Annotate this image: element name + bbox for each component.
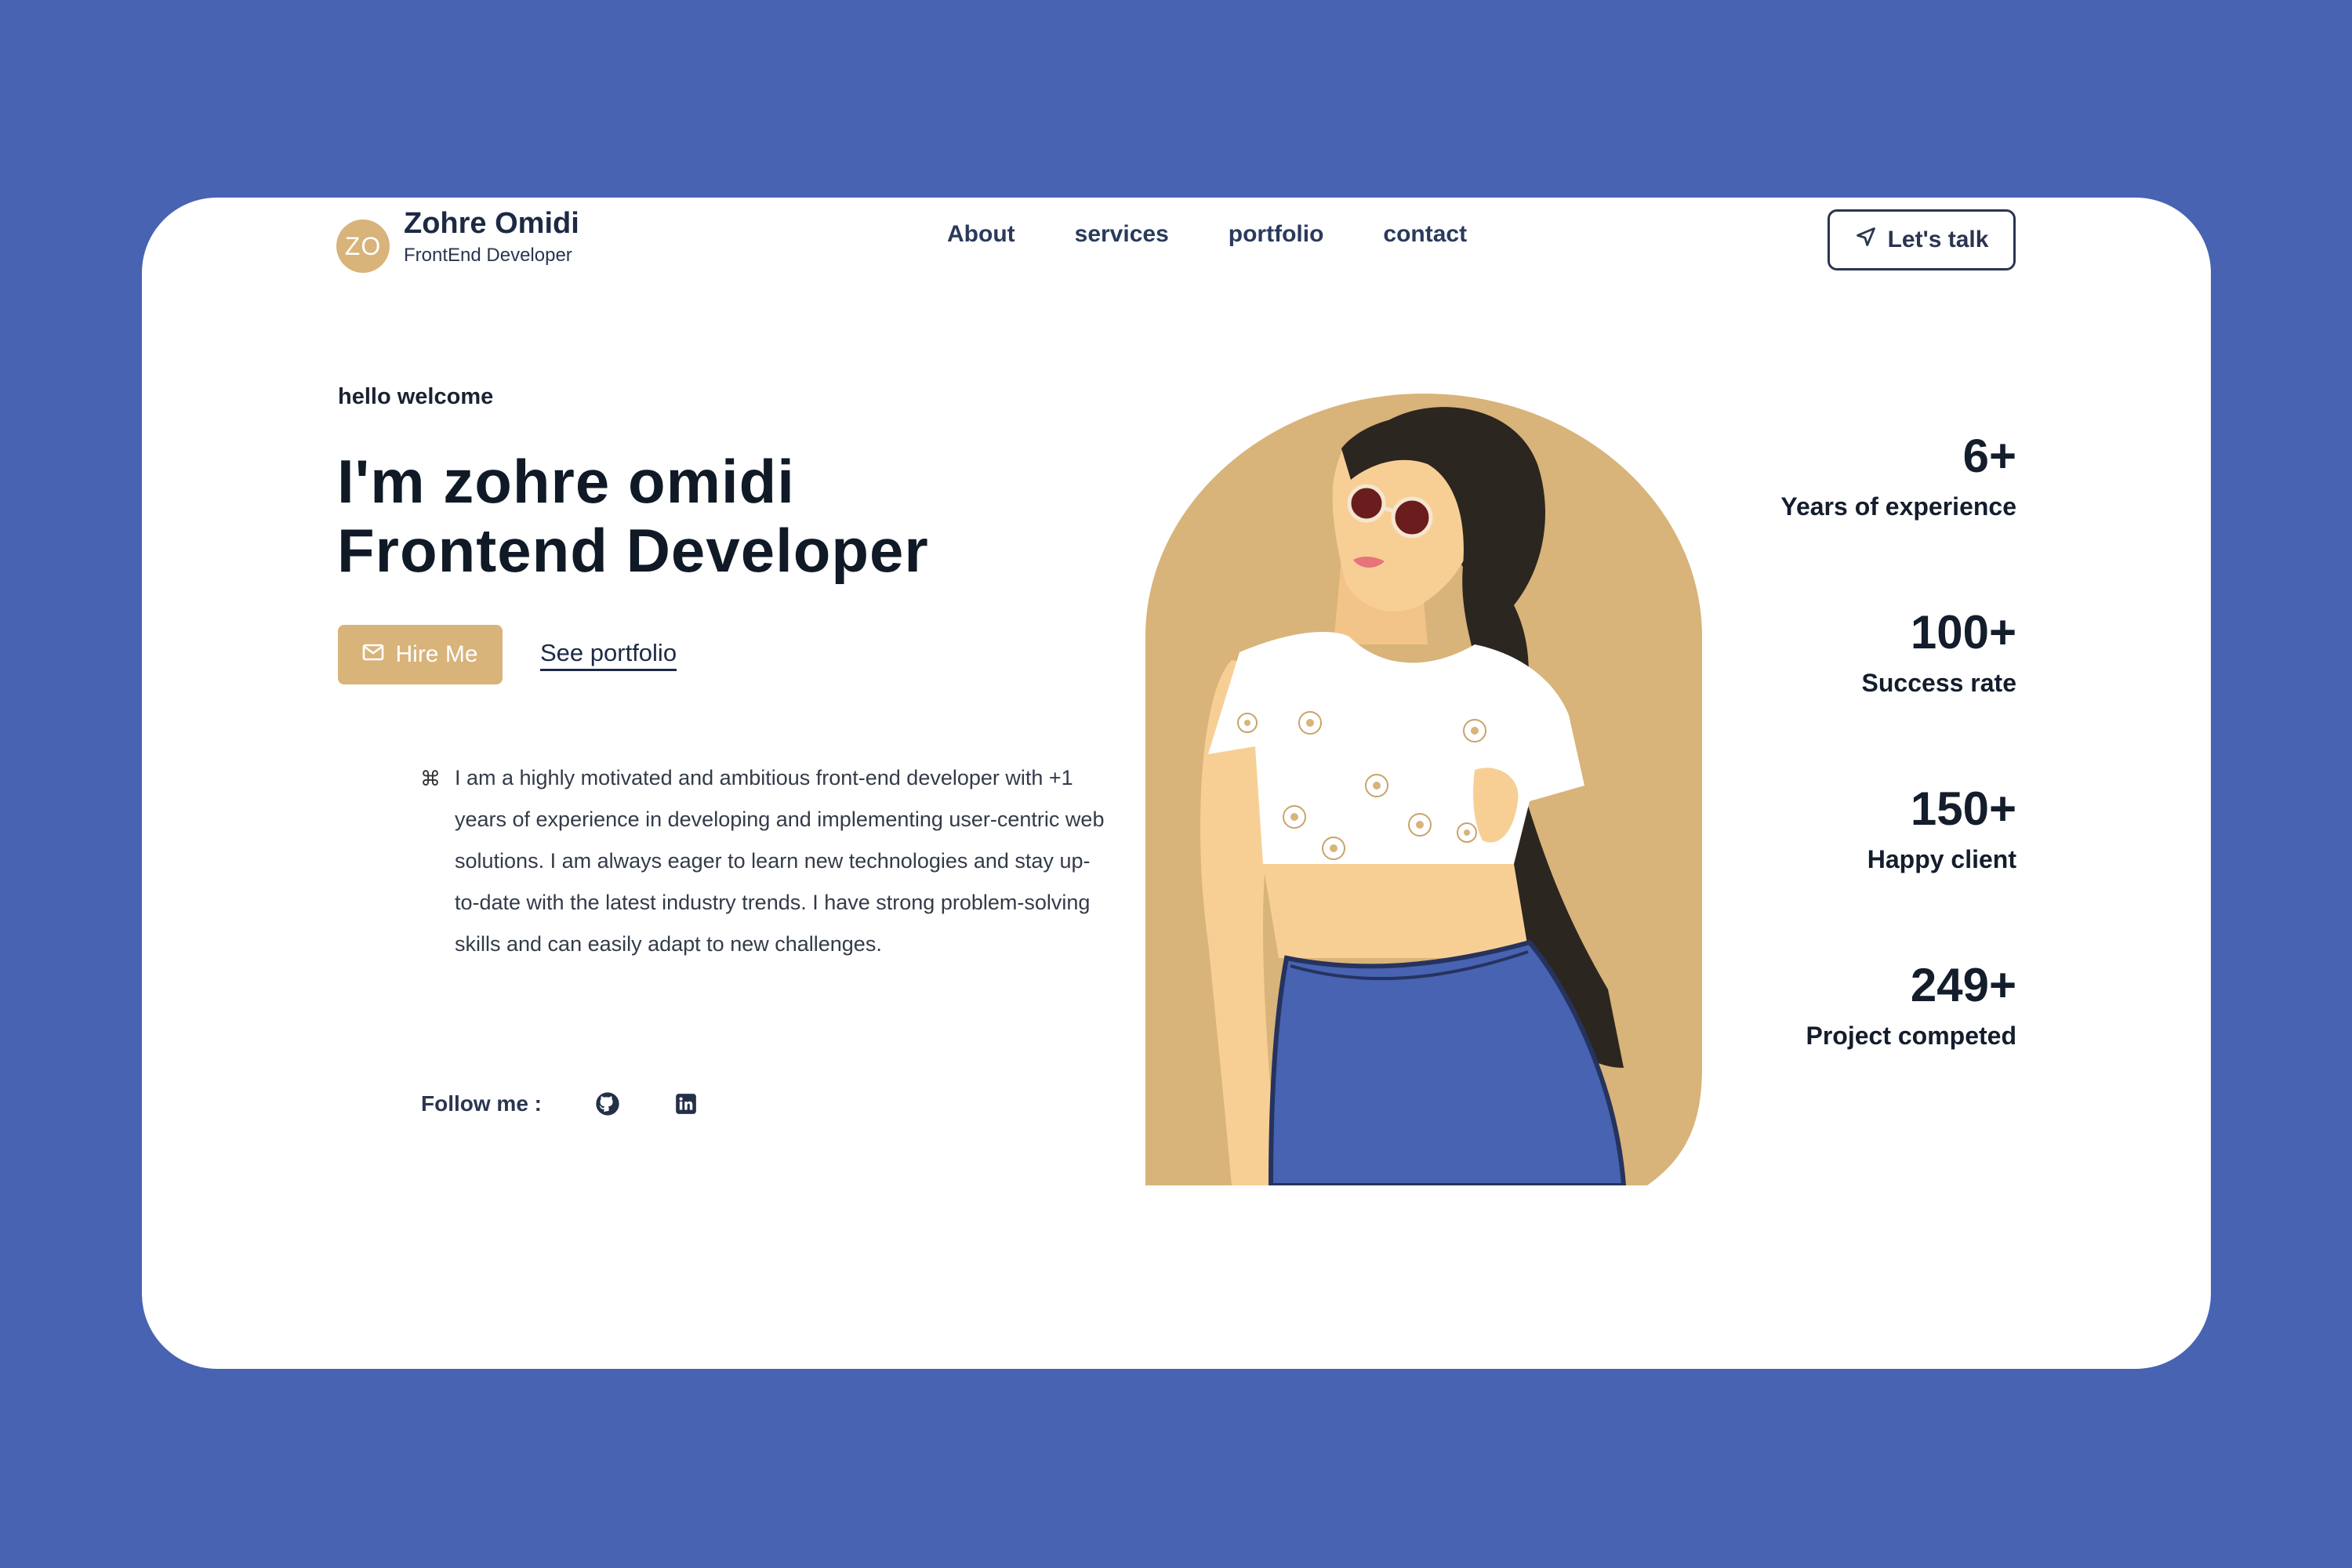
stat-value: 249+	[1910, 959, 2016, 1011]
bio-text: I am a highly motivated and ambitious fr…	[455, 766, 1105, 956]
stat-label: Success rate	[1861, 669, 2016, 697]
lets-talk-button[interactable]: Let's talk	[1828, 209, 2016, 270]
greeting: hello welcome	[338, 384, 494, 409]
hire-me-label: Hire Me	[395, 641, 478, 667]
follow-section: Follow me :	[421, 1091, 697, 1116]
stat-value: 100+	[1910, 606, 2016, 659]
portrait-illustration	[1145, 394, 1702, 1188]
stat-clients: 150+ Happy client	[1780, 786, 2016, 874]
brand[interactable]: ZO Zohre Omidi FrontEnd Developer	[336, 201, 579, 273]
send-icon	[1855, 226, 1877, 254]
nav-item-portfolio[interactable]: portfolio	[1229, 221, 1324, 248]
logo-badge: ZO	[336, 220, 390, 273]
bio: ⌘ I am a highly motivated and ambitious …	[420, 757, 1110, 965]
command-icon: ⌘	[420, 767, 441, 790]
brand-role: FrontEnd Developer	[404, 244, 572, 266]
mail-icon	[362, 641, 384, 668]
see-portfolio-link[interactable]: See portfolio	[540, 639, 677, 671]
follow-label: Follow me :	[421, 1091, 542, 1116]
nav-item-contact[interactable]: contact	[1383, 221, 1467, 248]
hire-me-button[interactable]: Hire Me	[338, 625, 503, 684]
brand-text: Zohre Omidi FrontEnd Developer	[404, 207, 579, 267]
stat-label: Years of experience	[1780, 492, 2016, 521]
stat-label: Project competed	[1806, 1022, 2016, 1050]
main-nav: About services portfolio contact	[947, 221, 1467, 248]
headline-line-1: I'm zohre omidi	[337, 447, 795, 516]
hero-actions: Hire Me See portfolio	[338, 625, 677, 684]
github-icon[interactable]	[595, 1091, 620, 1116]
nav-item-about[interactable]: About	[947, 221, 1015, 248]
stats-column: 6+ Years of experience 100+ Success rate…	[1780, 433, 2016, 1138]
brand-name: Zohre Omidi	[404, 207, 579, 241]
linkedin-icon[interactable]	[675, 1093, 697, 1115]
lets-talk-label: Let's talk	[1887, 227, 1989, 252]
stat-success: 100+ Success rate	[1780, 609, 2016, 698]
stat-label: Happy client	[1867, 845, 2016, 873]
social-links	[595, 1091, 697, 1116]
stat-value: 6+	[1962, 430, 2016, 482]
headline: I'm zohre omidi Frontend Developer	[337, 447, 929, 585]
nav-item-services[interactable]: services	[1075, 221, 1169, 248]
stat-years: 6+ Years of experience	[1780, 433, 2016, 521]
headline-line-2: Frontend Developer	[337, 516, 929, 585]
stat-projects: 249+ Project competed	[1780, 962, 2016, 1051]
stat-value: 150+	[1910, 782, 2016, 835]
hero-card: ZO Zohre Omidi FrontEnd Developer About …	[142, 198, 2211, 1369]
